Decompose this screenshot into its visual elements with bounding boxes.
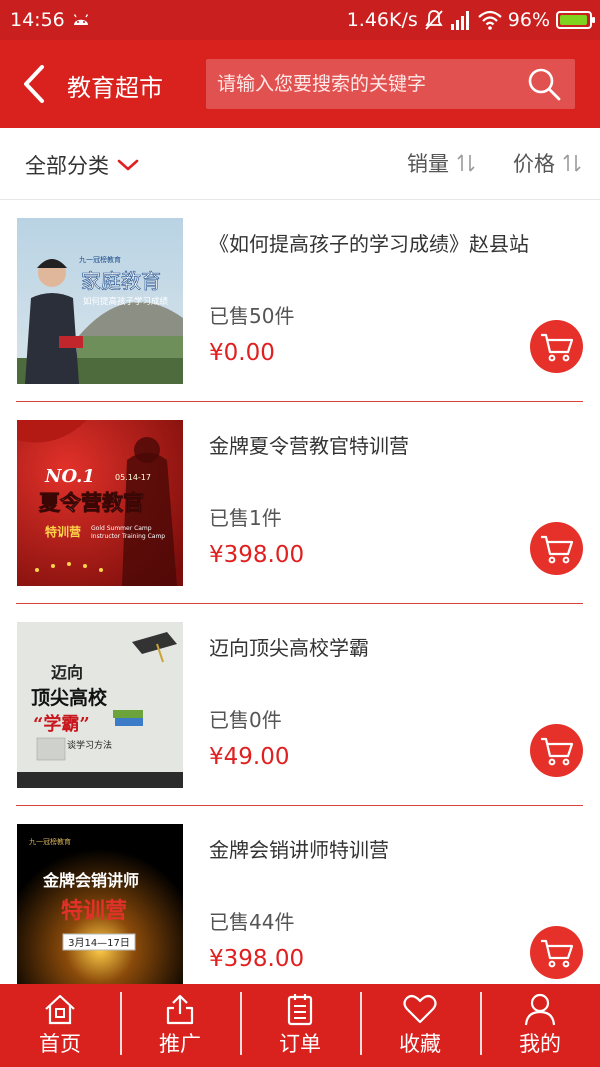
nav-profile[interactable]: 我的	[480, 984, 600, 1067]
search-icon[interactable]	[527, 67, 561, 101]
product-name[interactable]: 金牌会销讲师特训营	[209, 834, 389, 863]
thumb-line3-text: “学霸”	[33, 713, 90, 735]
thumb-date-text: 05.14-17	[115, 473, 151, 482]
thumb-en2-text: Instructor Training Camp	[91, 533, 165, 540]
network-speed: 1.46K/s	[346, 9, 418, 31]
product-price: ¥398.00	[209, 542, 305, 568]
add-to-cart-button[interactable]	[530, 724, 583, 777]
product-sold-count: 已售0件	[209, 708, 282, 732]
category-label: 全部分类	[25, 154, 109, 178]
cart-icon	[540, 333, 573, 361]
android-notification-icon	[73, 14, 89, 25]
thumb-logo-text: 九一冠榜教育	[79, 255, 121, 264]
thumb-no1-text: NO.1	[44, 466, 95, 487]
nav-orders[interactable]: 订单	[240, 984, 360, 1067]
product-item[interactable]: 迈向 顶尖高校 “学霸” 谈学习方法 迈向顶尖高校学霸 已售0件 ¥49.00	[16, 604, 583, 806]
status-time: 14:56	[10, 9, 65, 31]
bottom-navigation: 首页 推广 订单 收藏 我的	[0, 984, 600, 1067]
product-thumbnail[interactable]: NO.1 05.14-17 夏令营教官 特训营 Gold Summer Camp…	[17, 420, 183, 586]
product-sold-count: 已售1件	[209, 506, 282, 530]
nav-home-label: 首页	[39, 1032, 81, 1056]
product-item[interactable]: 九一冠榜教育 家庭教育 如何提高孩子学习成绩 《如何提高孩子的学习成绩》赵县站 …	[16, 200, 583, 402]
sort-sales-label: 销量	[407, 152, 449, 176]
search-box[interactable]	[206, 59, 575, 109]
share-icon	[166, 994, 194, 1025]
nav-orders-label: 订单	[279, 1032, 321, 1056]
product-sold-count: 已售44件	[209, 910, 295, 934]
thumb-title-text: 家庭教育	[81, 269, 161, 293]
user-icon	[524, 993, 556, 1026]
product-thumbnail[interactable]: 迈向 顶尖高校 “学霸” 谈学习方法	[17, 622, 183, 788]
thumb-line1-text: 迈向	[51, 663, 83, 682]
product-item[interactable]: 九一冠榜教育 金牌会销讲师 特训营 3月14—17日 金牌会销讲师特训营 已售4…	[16, 806, 583, 984]
nav-profile-label: 我的	[519, 1032, 561, 1056]
battery-percent: 96%	[507, 9, 550, 31]
search-input[interactable]	[206, 59, 516, 109]
app-header: 教育超市	[0, 40, 600, 128]
thumb-sub-text: 特训营	[45, 524, 81, 539]
nav-favorites[interactable]: 收藏	[360, 984, 480, 1067]
thumb-en1-text: Gold Summer Camp	[91, 525, 152, 532]
product-list[interactable]: 九一冠榜教育 家庭教育 如何提高孩子学习成绩 《如何提高孩子的学习成绩》赵县站 …	[0, 200, 600, 984]
product-sold-count: 已售50件	[209, 304, 295, 328]
product-thumbnail[interactable]: 九一冠榜教育 家庭教育 如何提高孩子学习成绩	[17, 218, 183, 384]
sort-arrows-icon	[563, 154, 581, 172]
nav-favorites-label: 收藏	[399, 1032, 441, 1056]
signal-icon	[450, 11, 469, 30]
product-price: ¥0.00	[209, 340, 275, 366]
thumb-line4-text: 谈学习方法	[67, 739, 112, 751]
status-bar: 14:56 1.46K/s 96%	[0, 0, 600, 40]
mute-icon	[425, 10, 443, 30]
wifi-icon	[478, 10, 502, 30]
thumb-date-text: 3月14—17日	[68, 937, 130, 949]
thumb-title-text: 夏令营教官	[39, 491, 144, 515]
back-arrow-icon[interactable]	[20, 64, 48, 104]
thumb-sub-text: 特训营	[61, 898, 127, 924]
product-price: ¥49.00	[209, 744, 290, 770]
nav-home[interactable]: 首页	[0, 984, 120, 1067]
thumb-line2-text: 顶尖高校	[31, 686, 108, 709]
filter-bar: 全部分类 销量 价格	[0, 128, 600, 200]
product-price: ¥398.00	[209, 946, 305, 972]
home-icon	[45, 994, 75, 1025]
nav-promote[interactable]: 推广	[120, 984, 240, 1067]
add-to-cart-button[interactable]	[530, 320, 583, 373]
sort-by-price[interactable]: 价格	[513, 148, 581, 178]
sort-arrows-icon	[457, 154, 475, 172]
cart-icon	[540, 535, 573, 563]
nav-promote-label: 推广	[159, 1032, 201, 1056]
sort-price-label: 价格	[513, 152, 555, 176]
cart-icon	[540, 939, 573, 967]
chevron-down-icon	[117, 159, 139, 171]
page-title: 教育超市	[67, 74, 163, 102]
battery-icon	[556, 11, 595, 29]
thumb-logo-text: 九一冠榜教育	[29, 837, 71, 846]
add-to-cart-button[interactable]	[530, 522, 583, 575]
order-icon	[287, 994, 313, 1026]
heart-icon	[403, 994, 437, 1024]
product-name[interactable]: 金牌夏令营教官特训营	[209, 430, 409, 459]
category-dropdown[interactable]: 全部分类	[25, 150, 139, 180]
cart-icon	[540, 737, 573, 765]
sort-by-sales[interactable]: 销量	[407, 148, 475, 178]
product-name[interactable]: 迈向顶尖高校学霸	[209, 632, 369, 661]
product-name[interactable]: 《如何提高孩子的学习成绩》赵县站	[209, 228, 529, 257]
thumb-subtitle-text: 如何提高孩子学习成绩	[83, 296, 169, 307]
product-item[interactable]: NO.1 05.14-17 夏令营教官 特训营 Gold Summer Camp…	[16, 402, 583, 604]
add-to-cart-button[interactable]	[530, 926, 583, 979]
product-thumbnail[interactable]: 九一冠榜教育 金牌会销讲师 特训营 3月14—17日	[17, 824, 183, 984]
thumb-title-text: 金牌会销讲师	[42, 871, 139, 890]
